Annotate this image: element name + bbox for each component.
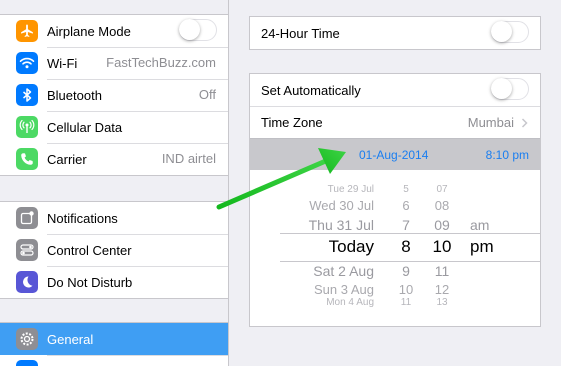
picker-minute-option[interactable]: 08	[430, 198, 454, 213]
picker-minute-option[interactable]: 13	[430, 297, 454, 308]
sidebar-item-label: Notifications	[47, 210, 118, 226]
set-automatically-row: Set Automatically	[250, 74, 540, 106]
picker-minute-option[interactable]: 09	[430, 217, 454, 233]
picker-hour-option[interactable]: 11	[398, 297, 414, 308]
picker-day-option[interactable]: Thu 31 Jul	[309, 217, 374, 233]
sidebar-item-airplane-mode[interactable]: Airplane Mode	[0, 15, 228, 47]
sidebar-item-label: Airplane Mode	[47, 23, 131, 39]
settings-sidebar: Airplane Mode Wi-Fi FastTechBuzz.com Blu…	[0, 0, 229, 366]
picker-minute-selected[interactable]: 10	[430, 237, 454, 257]
time-zone-row[interactable]: Time Zone Mumbai	[250, 106, 540, 138]
picker-minute-option[interactable]: 11	[430, 263, 454, 279]
sidebar-item-carrier[interactable]: Carrier IND airtel	[0, 143, 228, 175]
selected-time: 8:10 pm	[485, 148, 529, 162]
sidebar-item-control-center[interactable]: Control Center	[0, 234, 228, 266]
picker-selection-line-top	[280, 233, 540, 234]
gear-icon	[16, 328, 38, 350]
hour24-label: 24-Hour Time	[261, 25, 340, 41]
picker-day-selected[interactable]: Today	[329, 237, 374, 257]
picker-day-option[interactable]: Mon 4 Aug	[326, 297, 374, 308]
sidebar-group-general: General	[0, 322, 228, 366]
toggle-knob	[491, 78, 512, 99]
toggle-knob	[179, 19, 200, 40]
cellular-icon	[16, 116, 38, 138]
chevron-right-icon	[521, 118, 528, 128]
picker-day-option[interactable]: Tue 29 Jul	[328, 184, 374, 195]
sidebar-item-wifi[interactable]: Wi-Fi FastTechBuzz.com	[0, 47, 228, 79]
picker-ampm-selected[interactable]: pm	[470, 237, 494, 257]
picker-day-option[interactable]: Sat 2 Aug	[313, 263, 374, 279]
selected-date-time-row[interactable]: 01-Aug-2014 8:10 pm	[250, 138, 540, 170]
bluetooth-status-value: Off	[198, 87, 216, 102]
picker-hour-selected[interactable]: 8	[398, 237, 414, 257]
notifications-icon	[16, 207, 38, 229]
sidebar-item-label: General	[47, 331, 94, 347]
display-icon	[16, 360, 38, 366]
moon-icon	[16, 271, 38, 293]
sidebar-item-label: Bluetooth	[47, 87, 102, 103]
picker-ampm-option[interactable]: am	[470, 217, 489, 233]
date-time-picker[interactable]: Tue 29 Jul Wed 30 Jul Thu 31 Jul Today S…	[250, 170, 540, 308]
time-zone-label: Time Zone	[261, 115, 323, 130]
sidebar-item-notifications[interactable]: Notifications	[0, 202, 228, 234]
hour24-toggle[interactable]	[491, 21, 529, 43]
phone-icon	[16, 148, 38, 170]
picker-hour-option[interactable]: 5	[398, 184, 414, 195]
picker-hour-option[interactable]: 9	[398, 263, 414, 279]
picker-selection-line-bottom	[280, 261, 540, 262]
carrier-value: IND airtel	[161, 151, 216, 166]
set-automatically-toggle[interactable]	[491, 78, 529, 100]
hour24-row: 24-Hour Time	[250, 17, 540, 49]
time-zone-value: Mumbai	[467, 115, 514, 130]
date-time-card: Set Automatically Time Zone Mumbai 01-Au…	[249, 73, 541, 327]
picker-hour-option[interactable]: 6	[398, 198, 414, 213]
picker-minute-option[interactable]: 07	[430, 184, 454, 195]
sidebar-item-label: Carrier	[47, 151, 87, 167]
hour24-card: 24-Hour Time	[249, 16, 541, 50]
sidebar-item-cellular-data[interactable]: Cellular Data	[0, 111, 228, 143]
wifi-network-value: FastTechBuzz.com	[106, 55, 216, 70]
wifi-icon	[16, 52, 38, 74]
sidebar-item-do-not-disturb[interactable]: Do Not Disturb	[0, 266, 228, 298]
picker-minute-option[interactable]: 12	[430, 282, 454, 297]
sidebar-item-label: Control Center	[47, 242, 132, 258]
toggle-knob	[491, 21, 512, 42]
airplane-icon	[16, 20, 38, 42]
sidebar-group-connectivity: Airplane Mode Wi-Fi FastTechBuzz.com Blu…	[0, 14, 228, 176]
picker-hour-option[interactable]: 10	[398, 282, 414, 297]
picker-hour-option[interactable]: 7	[398, 217, 414, 233]
bluetooth-icon	[16, 84, 38, 106]
sidebar-item-next[interactable]	[0, 355, 228, 366]
selected-date: 01-Aug-2014	[359, 148, 429, 162]
picker-day-option[interactable]: Sun 3 Aug	[314, 282, 374, 297]
sidebar-item-label: Wi-Fi	[47, 55, 78, 71]
sidebar-group-system: Notifications Control Center Do Not Dist…	[0, 201, 228, 299]
control-center-icon	[16, 239, 38, 261]
set-automatically-label: Set Automatically	[261, 82, 361, 98]
sidebar-item-label: Do Not Disturb	[47, 274, 133, 290]
sidebar-item-label: Cellular Data	[47, 119, 123, 135]
sidebar-item-general[interactable]: General	[0, 323, 228, 355]
sidebar-item-bluetooth[interactable]: Bluetooth Off	[0, 79, 228, 111]
airplane-mode-toggle[interactable]	[179, 19, 217, 41]
picker-day-option[interactable]: Wed 30 Jul	[309, 198, 374, 213]
